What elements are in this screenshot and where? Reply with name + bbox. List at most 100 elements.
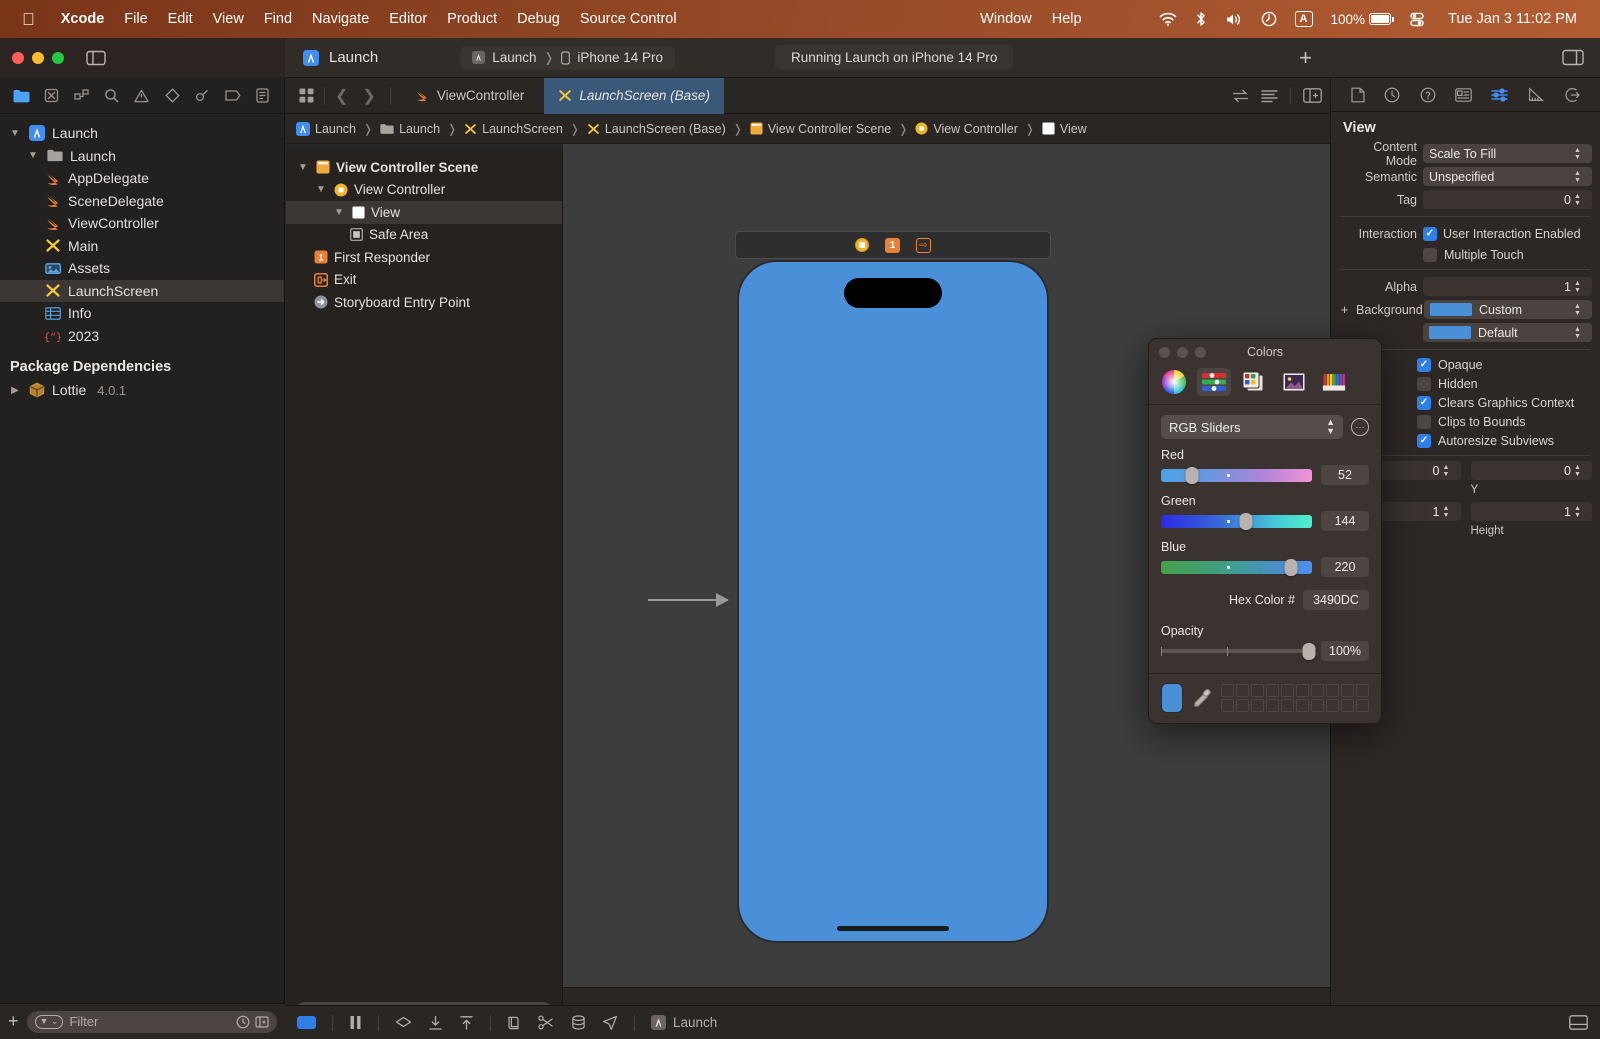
editor-layout-icon[interactable]	[1303, 88, 1322, 103]
outline-item-exit[interactable]: Exit	[286, 269, 562, 292]
swatch-cell[interactable]	[1311, 699, 1324, 712]
chevron-right-icon[interactable]: ▶	[8, 385, 22, 396]
left-sidebar-toggle-icon[interactable]	[86, 50, 106, 66]
image-palettes-icon[interactable]	[1277, 368, 1311, 396]
clock-focus-icon[interactable]	[1252, 11, 1286, 27]
chevron-updown-icon[interactable]: ▲▼	[1574, 303, 1586, 317]
bluetooth-icon[interactable]	[1186, 11, 1216, 27]
blue-rounded-square-icon[interactable]	[297, 1016, 316, 1029]
hidden-checkbox[interactable]	[1417, 377, 1431, 391]
right-sidebar-toggle-icon[interactable]	[1562, 49, 1584, 66]
swatch-cell[interactable]	[1356, 684, 1369, 697]
status-process-item[interactable]: Launch	[651, 1015, 717, 1030]
view-hierarchy-icon[interactable]	[395, 1016, 412, 1030]
swatch-cell[interactable]	[1221, 684, 1234, 697]
editor-tab-viewcontroller[interactable]: ViewController	[401, 78, 539, 114]
swatch-cell[interactable]	[1236, 699, 1249, 712]
blue-slider-track[interactable]	[1161, 561, 1312, 574]
size-inspector-icon[interactable]	[1528, 87, 1545, 102]
database-icon[interactable]	[571, 1015, 586, 1031]
height-input[interactable]: 1 ▲▼	[1471, 502, 1593, 521]
chevron-updown-icon[interactable]: ▲▼	[1574, 170, 1586, 184]
menu-item-window[interactable]: Window	[970, 11, 1042, 27]
editor-tab-launchscreen-base[interactable]: LaunchScreen (Base)	[544, 78, 724, 114]
red-slider-knob[interactable]	[1185, 467, 1198, 484]
quick-help-icon[interactable]	[1420, 87, 1436, 103]
stepper-icon[interactable]: ▲▼	[1574, 280, 1586, 294]
console-toggle-icon[interactable]	[1569, 1015, 1588, 1030]
tag-input[interactable]: 0 ▲▼	[1423, 190, 1592, 209]
chevron-updown-icon[interactable]: ▲▼	[1326, 418, 1335, 436]
color-sliders-icon[interactable]	[1197, 368, 1231, 396]
menu-item-editor[interactable]: Editor	[379, 11, 437, 27]
navigator-tab-search-icon[interactable]	[97, 83, 127, 109]
stepper-icon[interactable]: ▲▼	[1574, 464, 1586, 478]
nav-item-launch-folder[interactable]: ▼ Launch	[0, 145, 284, 168]
green-slider-track[interactable]	[1161, 515, 1312, 528]
navigator-tab-debug-icon[interactable]	[187, 83, 217, 109]
apple-logo-icon[interactable]: 	[22, 11, 35, 28]
color-palettes-icon[interactable]	[1237, 368, 1271, 396]
colors-panel[interactable]: Colors	[1148, 338, 1382, 724]
chevron-down-icon[interactable]: ▼	[8, 128, 22, 139]
upload-memory-icon[interactable]	[459, 1015, 474, 1031]
swatch-cell[interactable]	[1266, 684, 1279, 697]
y-input[interactable]: 0 ▲▼	[1471, 461, 1593, 480]
menu-item-navigate[interactable]: Navigate	[302, 11, 379, 27]
outline-item-view-controller-scene[interactable]: ▼ View Controller Scene	[286, 156, 562, 179]
nav-item-info-plist[interactable]: Info	[0, 302, 284, 325]
scene-dock-bar[interactable]: 1 ⇨	[735, 231, 1051, 259]
tab-grid-icon[interactable]	[294, 88, 318, 103]
navigator-tab-tests-icon[interactable]	[157, 83, 187, 109]
autoresize-subviews-checkbox[interactable]: ✓	[1417, 434, 1431, 448]
first-responder-icon[interactable]: 1	[885, 238, 900, 253]
swatch-cell[interactable]	[1221, 699, 1234, 712]
swatch-cell[interactable]	[1341, 699, 1354, 712]
breadcrumb-item-launch-folder[interactable]: Launch	[380, 122, 440, 136]
nav-item-viewcontroller[interactable]: ViewController	[0, 212, 284, 235]
crayons-icon[interactable]	[1317, 368, 1351, 396]
opaque-checkbox[interactable]: ✓	[1417, 358, 1431, 372]
nav-item-scenedelegate[interactable]: SceneDelegate	[0, 190, 284, 213]
background-color-select[interactable]: Custom ▲▼	[1424, 300, 1592, 319]
hex-color-input[interactable]: 3490DC	[1303, 590, 1369, 610]
user-interaction-enabled-checkbox[interactable]: ✓	[1423, 227, 1437, 241]
clears-graphics-context-checkbox[interactable]: ✓	[1417, 396, 1431, 410]
nav-item-appdelegate[interactable]: AppDelegate	[0, 167, 284, 190]
input-source-indicator[interactable]: A	[1286, 11, 1322, 27]
stepper-icon[interactable]: ▲▼	[1574, 505, 1586, 519]
menu-item-xcode[interactable]: Xcode	[51, 11, 115, 27]
menu-item-view[interactable]: View	[203, 11, 254, 27]
history-inspector-icon[interactable]	[1384, 87, 1400, 103]
opacity-slider-knob[interactable]	[1302, 643, 1315, 660]
scissors-unwind-icon[interactable]	[538, 1015, 555, 1030]
background-color-swatch[interactable]	[1430, 303, 1472, 316]
swatch-cell[interactable]	[1341, 684, 1354, 697]
stepper-icon[interactable]: ▲▼	[1574, 193, 1586, 207]
identity-inspector-icon[interactable]	[1455, 88, 1472, 102]
breadcrumb-item-launch-project[interactable]: Launch	[296, 122, 356, 136]
breadcrumb-item-view[interactable]: View	[1042, 122, 1087, 136]
navigator-filter-input[interactable]: ▼ ⌄ Filter	[27, 1011, 277, 1033]
outline-item-view[interactable]: ▼ View	[286, 201, 562, 224]
navigator-tab-breakpoints-icon[interactable]	[218, 83, 248, 109]
nav-item-2023-json[interactable]: {“} 2023	[0, 325, 284, 348]
menu-item-find[interactable]: Find	[254, 11, 302, 27]
iphone-14-pro-preview[interactable]	[737, 260, 1049, 943]
speaker-volume-icon[interactable]	[1216, 12, 1252, 27]
alpha-input[interactable]: 1 ▲▼	[1423, 277, 1592, 296]
wifi-icon[interactable]	[1150, 12, 1186, 26]
green-slider-knob[interactable]	[1240, 513, 1253, 530]
chevron-left-icon[interactable]: ❮	[331, 86, 352, 106]
minimap-lines-icon[interactable]	[1261, 89, 1278, 103]
nav-item-launch-project[interactable]: ▼ Launch	[0, 122, 284, 145]
outline-item-first-responder[interactable]: 1 First Responder	[286, 246, 562, 269]
breadcrumb-item-view-controller[interactable]: View Controller	[915, 122, 1018, 136]
red-slider-track[interactable]	[1161, 469, 1312, 482]
opacity-slider-track[interactable]	[1161, 649, 1312, 653]
swatch-cell[interactable]	[1296, 699, 1309, 712]
background-default-swatch[interactable]	[1429, 326, 1471, 339]
semantic-select[interactable]: Unspecified ▲▼	[1423, 167, 1592, 186]
blue-value-input[interactable]: 220	[1321, 557, 1369, 577]
navigator-tab-symbol-icon[interactable]	[66, 83, 96, 109]
